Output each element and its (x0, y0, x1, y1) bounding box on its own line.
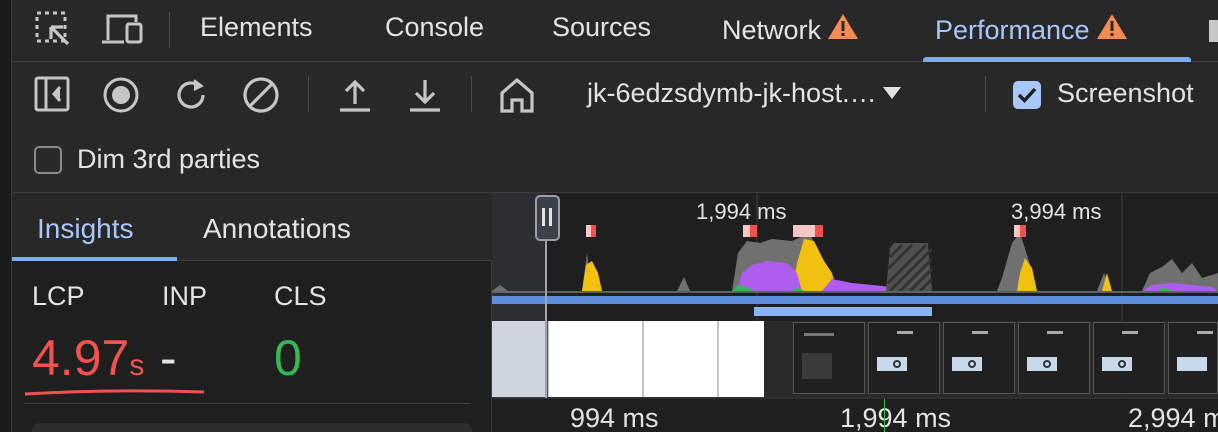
toolbar-separator (985, 76, 986, 112)
inspect-element-icon[interactable] (34, 10, 72, 53)
lcp-underline (24, 389, 205, 396)
screenshots-checkbox[interactable] (1013, 81, 1041, 109)
tab-sources[interactable]: Sources (552, 12, 651, 43)
inp-value[interactable]: - (160, 329, 177, 387)
ruler-tick-label: 1,994 ms (840, 403, 952, 432)
overview-tick-label: 3,994 ms (1011, 199, 1102, 224)
ruler-tick-label: 2,994 ms (1128, 403, 1218, 432)
network-bar-highlight (754, 307, 932, 316)
warning-icon (1096, 12, 1128, 47)
selection-handle[interactable] (535, 195, 560, 241)
timeline-graph (492, 193, 1218, 432)
overview-tick-label: 1,994 ms (696, 199, 787, 224)
toolbar-separator (308, 76, 309, 112)
timeline-overview[interactable]: 1,994 ms 3,994 ms 994 ms 1,994 ms 2,994 … (492, 193, 1218, 432)
tab-insights[interactable]: Insights (37, 213, 134, 245)
left-gutter (0, 0, 12, 432)
sidebar-divider (24, 403, 470, 404)
upload-icon[interactable] (337, 76, 373, 119)
devtools-tab-bar: Elements Console Sources Network Perform… (12, 0, 1218, 62)
screenshot-frame[interactable] (793, 322, 865, 394)
reload-record-icon[interactable] (172, 76, 210, 119)
screenshot-frame[interactable] (1093, 322, 1165, 394)
tab-performance[interactable]: Performance (935, 12, 1128, 47)
more-tabs-icon[interactable] (1209, 20, 1218, 42)
network-bar (492, 296, 1218, 304)
insight-card[interactable] (32, 423, 472, 432)
inp-label: INP (162, 281, 208, 311)
device-toolbar-icon[interactable] (100, 10, 144, 53)
record-icon[interactable] (102, 76, 140, 119)
tab-network[interactable]: Network (722, 12, 859, 47)
active-tab-indicator (12, 257, 177, 261)
playhead-marker (884, 399, 885, 432)
clear-icon[interactable] (242, 76, 280, 119)
cls-label: CLS (274, 281, 327, 311)
toolbar-separator (471, 76, 472, 112)
warning-icon (827, 12, 859, 47)
home-icon[interactable] (499, 76, 535, 119)
sidebar-tabs: Insights Annotations (12, 193, 492, 261)
ruler-tick-label: 994 ms (570, 403, 659, 432)
tab-elements[interactable]: Elements (200, 12, 313, 43)
tab-separator (169, 12, 170, 48)
lcp-label: LCP (32, 281, 85, 311)
tab-console[interactable]: Console (385, 12, 484, 43)
dim-third-parties-checkbox[interactable] (34, 146, 62, 174)
download-icon[interactable] (407, 76, 443, 119)
sidebar-toggle-icon[interactable] (34, 76, 70, 117)
screenshot-frame[interactable] (868, 322, 940, 394)
screenshot-frame[interactable] (1018, 322, 1090, 394)
screenshots-label: Screenshot (1057, 78, 1194, 108)
chevron-down-icon (882, 87, 901, 99)
screenshot-frame[interactable] (1168, 322, 1218, 394)
performance-toolbar: jk-6edzsdymb-jk-host.… Screenshot Dim 3r… (12, 62, 1218, 193)
cls-value[interactable]: 0 (274, 329, 302, 387)
screenshot-frame[interactable] (943, 322, 1015, 394)
insights-sidebar: Insights Annotations LCP INP CLS 4.97s -… (12, 193, 492, 432)
url-selector[interactable]: jk-6edzsdymb-jk-host.… (587, 78, 901, 109)
lcp-value[interactable]: 4.97s (32, 329, 144, 387)
tab-annotations[interactable]: Annotations (203, 213, 351, 245)
selection-handle-line (545, 233, 547, 398)
dim-third-parties-label: Dim 3rd parties (77, 144, 261, 174)
